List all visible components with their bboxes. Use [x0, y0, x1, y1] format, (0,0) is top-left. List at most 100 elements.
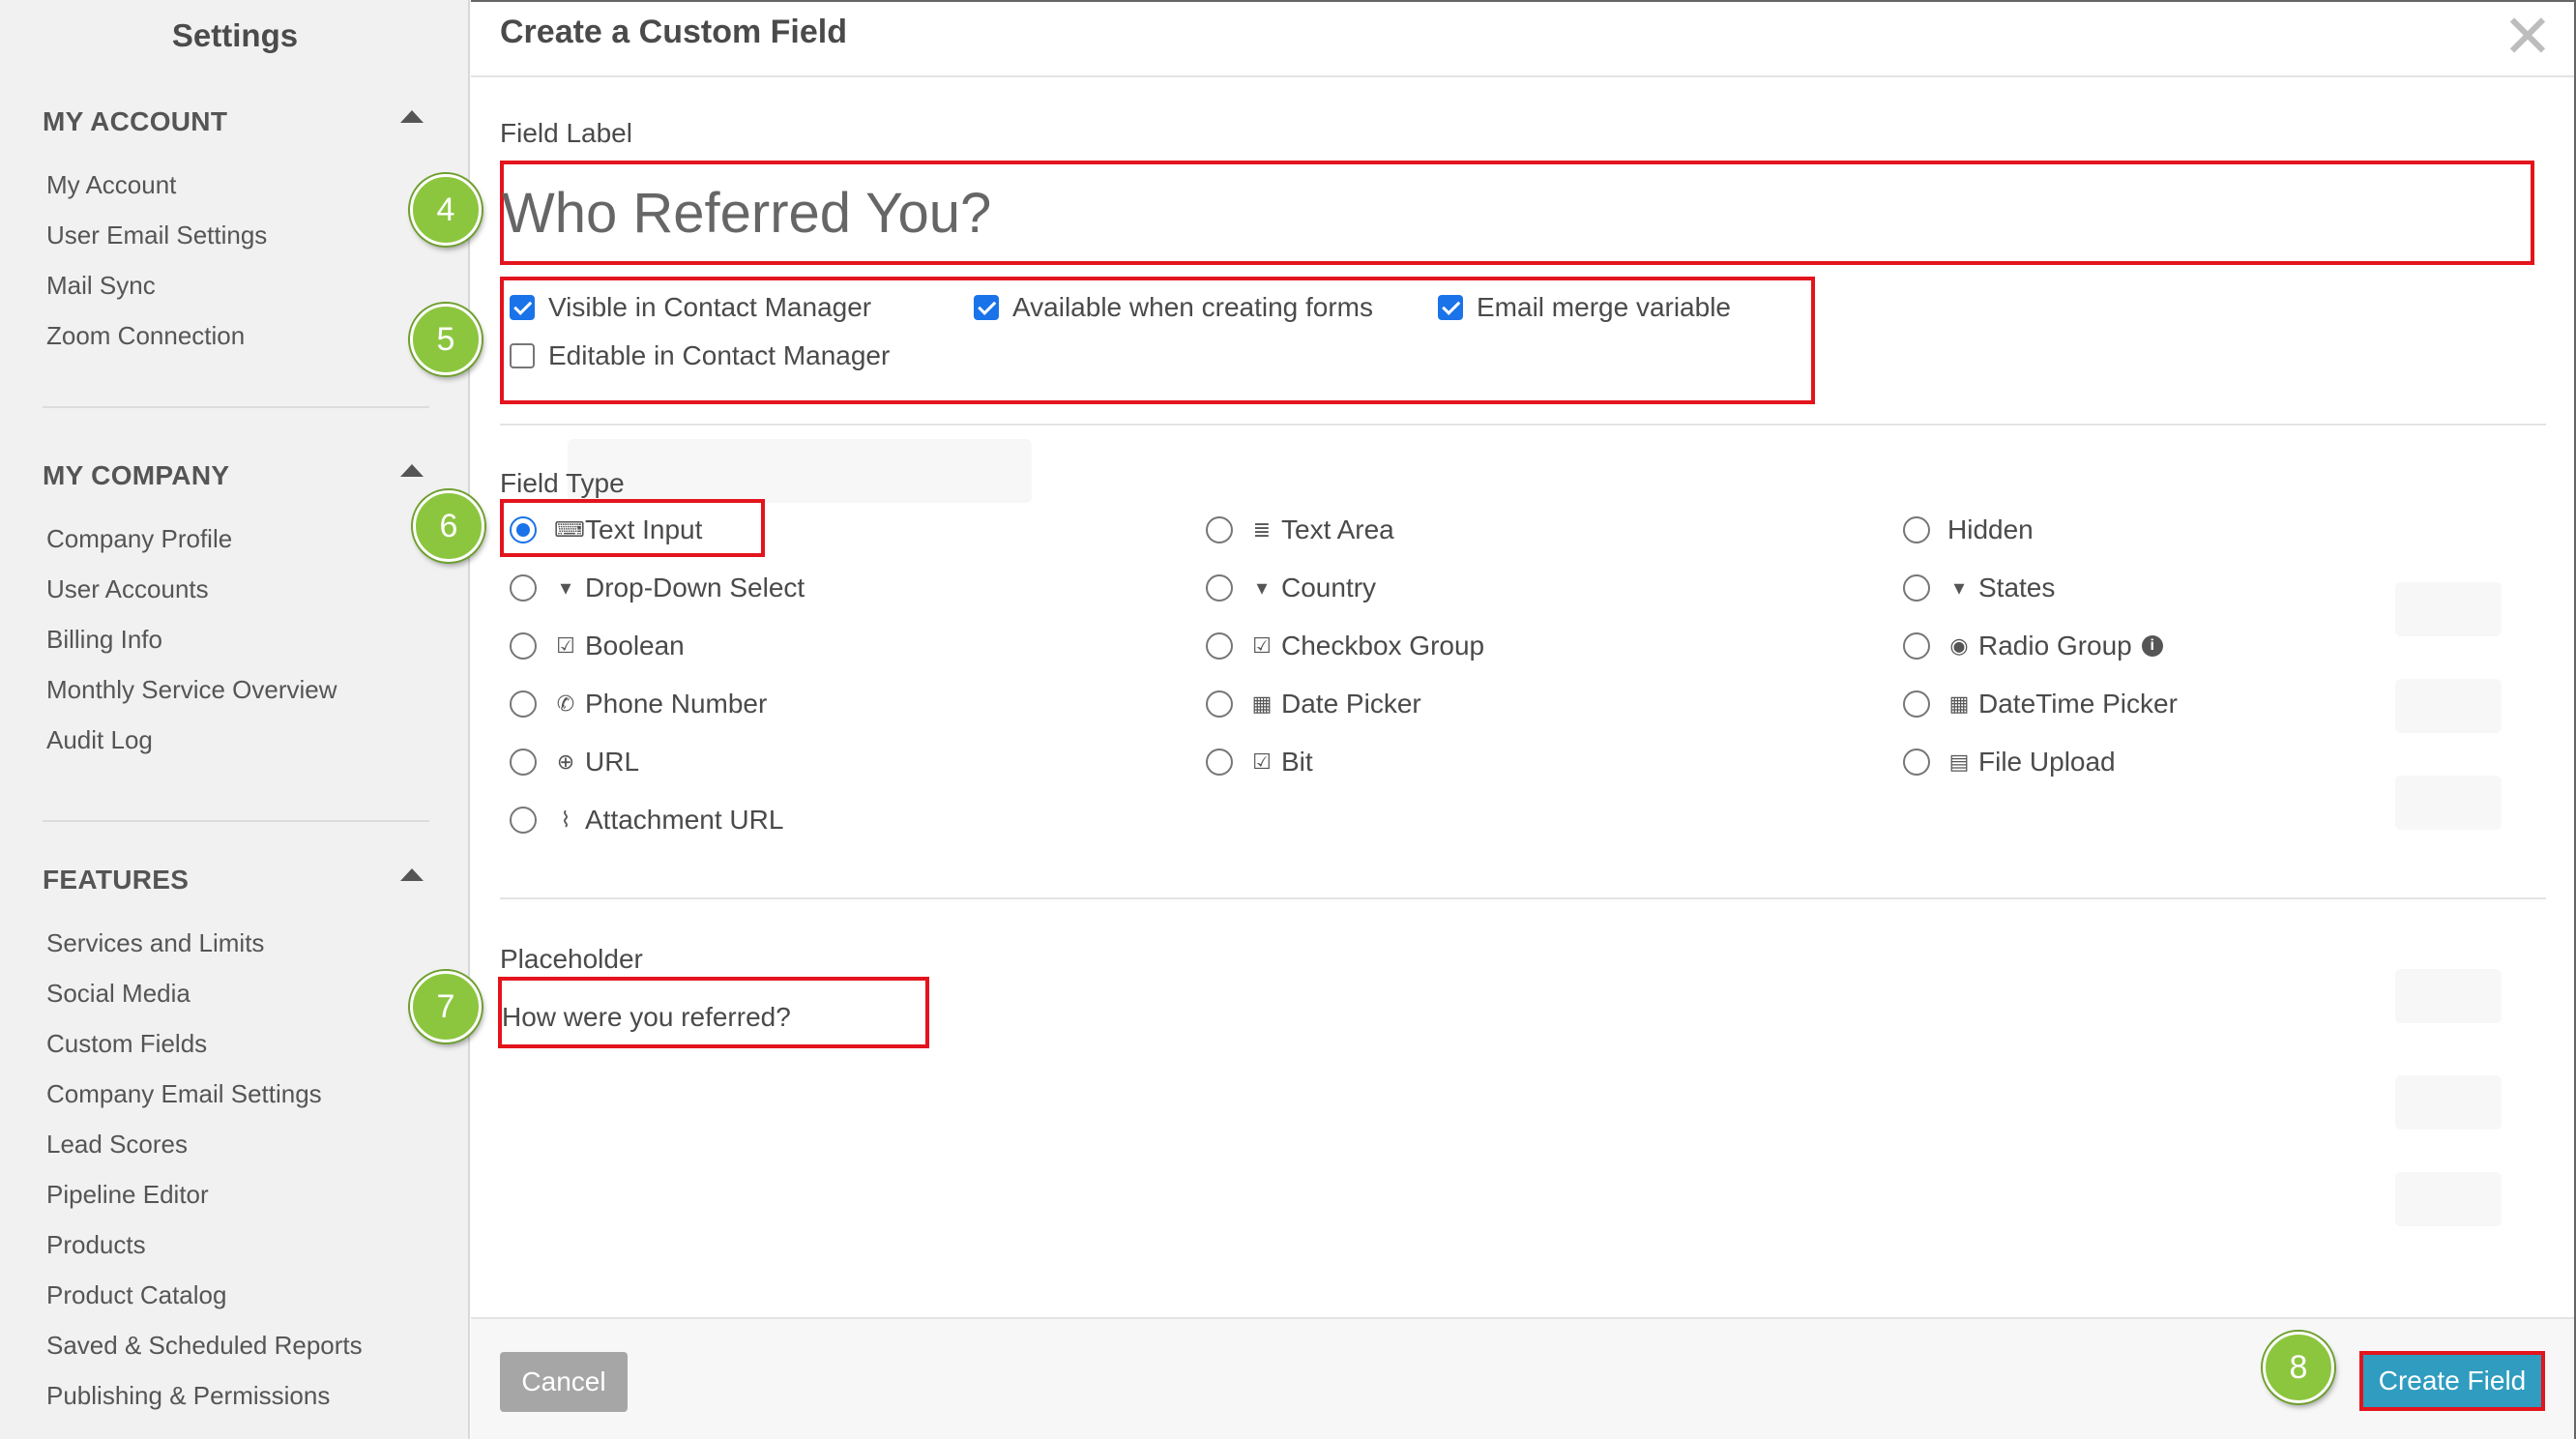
collapse-caret-icon[interactable]	[400, 110, 424, 123]
sidebar-item-company-profile[interactable]: Company Profile	[46, 524, 232, 554]
field-type-url[interactable]: ⊕ URL	[510, 747, 639, 778]
collapse-caret-icon[interactable]	[400, 868, 424, 881]
field-type-country[interactable]: ▾ Country	[1206, 573, 1376, 603]
radio-button[interactable]	[1206, 749, 1233, 776]
radio-button[interactable]	[1903, 749, 1930, 776]
modal-title: Create a Custom Field	[500, 14, 847, 50]
file-icon: ▤	[1948, 749, 1970, 774]
editable-in-contact-manager-checkbox[interactable]: Editable in Contact Manager	[510, 340, 890, 371]
section-title-my-company[interactable]: MY COMPANY	[43, 460, 229, 491]
create-field-button[interactable]: Create Field	[2359, 1351, 2545, 1411]
sidebar-item-company-email-settings[interactable]: Company Email Settings	[46, 1079, 322, 1109]
sidebar-item-lead-scores[interactable]: Lead Scores	[46, 1130, 188, 1160]
sidebar-item-zoom-connection[interactable]: Zoom Connection	[46, 321, 245, 351]
radio-button[interactable]	[510, 632, 537, 660]
section-divider	[500, 897, 2546, 899]
field-type-text-input[interactable]: ⌨ Text Input	[510, 514, 702, 545]
visible-in-contact-manager-checkbox[interactable]: Visible in Contact Manager	[510, 292, 871, 323]
cancel-button[interactable]: Cancel	[500, 1352, 628, 1412]
checkbox-unchecked[interactable]	[510, 343, 535, 368]
field-type-heading: Field Type	[500, 468, 625, 498]
step-badge-4: 4	[410, 174, 482, 246]
close-icon[interactable]: ✕	[2503, 8, 2553, 68]
field-type-datetime-picker[interactable]: ▦ DateTime Picker	[1903, 689, 2178, 720]
field-type-hidden[interactable]: Hidden	[1903, 514, 2034, 545]
field-type-label: URL	[585, 747, 640, 777]
field-type-states[interactable]: ▾ States	[1903, 573, 2055, 603]
field-type-attachment-url[interactable]: ⌇ Attachment URL	[510, 805, 783, 836]
radio-button[interactable]	[1206, 574, 1233, 602]
field-type-phone-number[interactable]: ✆ Phone Number	[510, 689, 767, 720]
caret-square-down-icon: ▾	[560, 575, 571, 600]
radio-button[interactable]	[1206, 632, 1233, 660]
checkbox-checked[interactable]	[1438, 295, 1463, 320]
field-type-file-upload[interactable]: ▤ File Upload	[1903, 747, 2116, 778]
radio-button[interactable]	[1206, 516, 1233, 543]
field-type-bit[interactable]: ☑ Bit	[1206, 747, 1313, 778]
create-custom-field-modal: Create a Custom Field ✕ Field Label Visi…	[471, 0, 2576, 1439]
checkbox-label: Email merge variable	[1477, 292, 1731, 322]
radio-button[interactable]	[1903, 574, 1930, 602]
field-type-label: Attachment URL	[585, 805, 784, 835]
checkbox-checked[interactable]	[974, 295, 999, 320]
radio-selected[interactable]	[510, 516, 537, 543]
checkbox-checked[interactable]	[510, 295, 535, 320]
field-type-label: Checkbox Group	[1281, 631, 1485, 661]
sidebar-divider	[43, 406, 429, 408]
modal-footer: Cancel Create Field	[471, 1317, 2574, 1439]
field-type-label: Bit	[1281, 747, 1313, 777]
sidebar-item-monthly-service-overview[interactable]: Monthly Service Overview	[46, 675, 337, 705]
sidebar-item-billing-info[interactable]: Billing Info	[46, 625, 162, 655]
field-type-label: File Upload	[1978, 747, 2116, 777]
check-square-icon: ☑	[1252, 633, 1272, 658]
collapse-caret-icon[interactable]	[400, 464, 424, 477]
radio-button[interactable]	[1903, 690, 1930, 718]
step-badge-8: 8	[2263, 1332, 2334, 1403]
sidebar-item-products[interactable]: Products	[46, 1230, 146, 1260]
section-title-features[interactable]: FEATURES	[43, 865, 189, 896]
radio-button[interactable]	[1206, 690, 1233, 718]
sidebar-item-services-and-limits[interactable]: Services and Limits	[46, 928, 264, 958]
field-type-drop-down-select[interactable]: ▾ Drop-Down Select	[510, 573, 805, 603]
background-ghost	[2395, 1172, 2502, 1226]
phone-icon: ✆	[556, 691, 575, 716]
sidebar-item-user-accounts[interactable]: User Accounts	[46, 574, 209, 604]
radio-button[interactable]	[510, 807, 537, 834]
field-type-text-area[interactable]: ≣ Text Area	[1206, 514, 1394, 545]
info-icon[interactable]: i	[2141, 635, 2163, 657]
radio-button[interactable]	[510, 749, 537, 776]
field-type-label: Country	[1281, 573, 1377, 602]
sidebar-title: Settings	[171, 17, 299, 53]
sidebar-item-publishing-permissions[interactable]: Publishing & Permissions	[46, 1381, 330, 1411]
radio-button[interactable]	[510, 574, 537, 602]
step-badge-6: 6	[413, 490, 484, 562]
background-ghost	[2395, 679, 2502, 733]
radio-button[interactable]	[510, 690, 537, 718]
check-square-icon: ☑	[1252, 749, 1272, 774]
sidebar-item-social-media[interactable]: Social Media	[46, 979, 190, 1009]
sidebar-item-user-email-settings[interactable]: User Email Settings	[46, 220, 267, 250]
sidebar-item-product-catalog[interactable]: Product Catalog	[46, 1280, 226, 1310]
sidebar-item-custom-fields[interactable]: Custom Fields	[46, 1029, 207, 1059]
text-input-icon: ⌨	[554, 517, 585, 542]
field-type-label: Text Area	[1281, 514, 1394, 544]
field-type-date-picker[interactable]: ▦ Date Picker	[1206, 689, 1421, 720]
radio-button[interactable]	[1903, 632, 1930, 660]
sidebar-divider	[43, 820, 429, 822]
placeholder-input[interactable]	[502, 994, 908, 1041]
email-merge-variable-checkbox[interactable]: Email merge variable	[1438, 292, 1731, 323]
background-ghost	[2395, 969, 2502, 1023]
field-type-radio-group[interactable]: ◉ Radio Group i	[1903, 631, 2163, 661]
field-type-checkbox-group[interactable]: ☑ Checkbox Group	[1206, 631, 1484, 661]
sidebar-item-pipeline-editor[interactable]: Pipeline Editor	[46, 1180, 209, 1210]
title-divider	[471, 75, 2574, 77]
field-type-boolean[interactable]: ☑ Boolean	[510, 631, 685, 661]
section-title-my-account[interactable]: MY ACCOUNT	[43, 106, 227, 137]
field-label-input[interactable]	[502, 170, 2534, 255]
sidebar-item-mail-sync[interactable]: Mail Sync	[46, 271, 156, 301]
radio-button[interactable]	[1903, 516, 1930, 543]
sidebar-item-audit-log[interactable]: Audit Log	[46, 725, 153, 755]
sidebar-item-my-account[interactable]: My Account	[46, 170, 176, 200]
available-when-creating-forms-checkbox[interactable]: Available when creating forms	[974, 292, 1373, 323]
sidebar-item-saved-scheduled-reports[interactable]: Saved & Scheduled Reports	[46, 1331, 363, 1361]
